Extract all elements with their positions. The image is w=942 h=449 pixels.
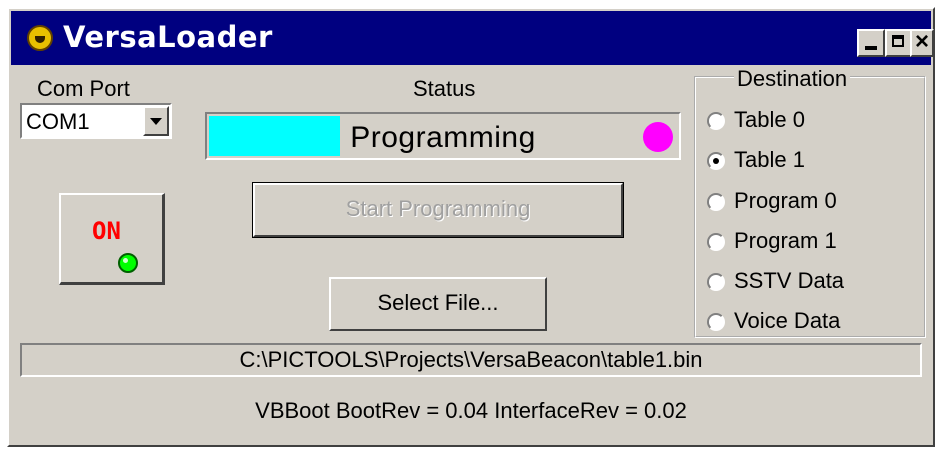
radio-icon[interactable]: [707, 152, 725, 170]
radio-label: SSTV Data: [734, 268, 845, 293]
radio-icon[interactable]: [707, 193, 725, 211]
start-programming-button[interactable]: Start Programming: [252, 182, 624, 238]
chevron-down-icon[interactable]: [143, 106, 169, 136]
status-label: Status: [413, 76, 476, 101]
select-file-label: Select File...: [377, 290, 499, 315]
status-led-icon: [118, 253, 138, 273]
select-file-button[interactable]: Select File...: [329, 277, 547, 331]
close-button[interactable]: ×: [910, 29, 934, 57]
radio-label: Table 0: [734, 107, 805, 132]
app-logo-icon[interactable]: [27, 25, 53, 51]
radio-icon[interactable]: [707, 233, 725, 251]
maximize-button[interactable]: [885, 29, 913, 57]
status-text: Programming: [350, 121, 536, 154]
file-path-field: C:\PICTOOLS\Projects\VersaBeacon\table1.…: [20, 343, 922, 377]
com-port-select[interactable]: COM1: [20, 103, 172, 139]
radio-label: Voice Data: [734, 308, 841, 333]
close-icon: ×: [914, 28, 929, 55]
title-bar[interactable]: VersaLoader ×: [11, 11, 934, 65]
window-title: VersaLoader: [63, 20, 273, 54]
minimize-button[interactable]: [857, 29, 885, 57]
radio-label: Program 1: [734, 228, 837, 253]
status-indicator-icon: [643, 122, 673, 152]
radio-icon[interactable]: [707, 313, 725, 331]
destination-label: Destination: [734, 66, 851, 92]
power-on-label: ON: [92, 217, 121, 245]
radio-icon[interactable]: [707, 112, 725, 130]
version-info: VBBoot BootRev = 0.04 InterfaceRev = 0.0…: [255, 398, 687, 423]
power-on-button[interactable]: ON: [59, 193, 165, 285]
status-progress-bar: Programming: [205, 112, 681, 160]
radio-label: Program 0: [734, 188, 837, 213]
com-port-value: COM1: [26, 109, 90, 134]
radio-label: Table 1: [734, 147, 805, 172]
com-port-label: Com Port: [37, 76, 130, 101]
start-programming-label: Start Programming: [345, 196, 531, 221]
radio-icon[interactable]: [707, 273, 725, 291]
